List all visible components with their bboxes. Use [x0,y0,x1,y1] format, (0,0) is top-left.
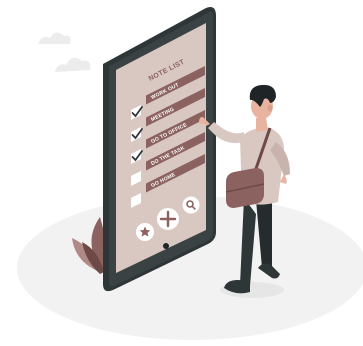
illustration-scene: NOTE LIST WORK OUT MEETING GO TO OFFICE DO … [0,0,363,346]
search-button[interactable] [182,196,200,214]
star-button[interactable] [136,223,154,241]
cloud-icon [38,32,71,44]
cloud-icon [55,57,91,72]
add-note-button[interactable] [157,208,179,230]
home-button[interactable] [163,243,169,249]
